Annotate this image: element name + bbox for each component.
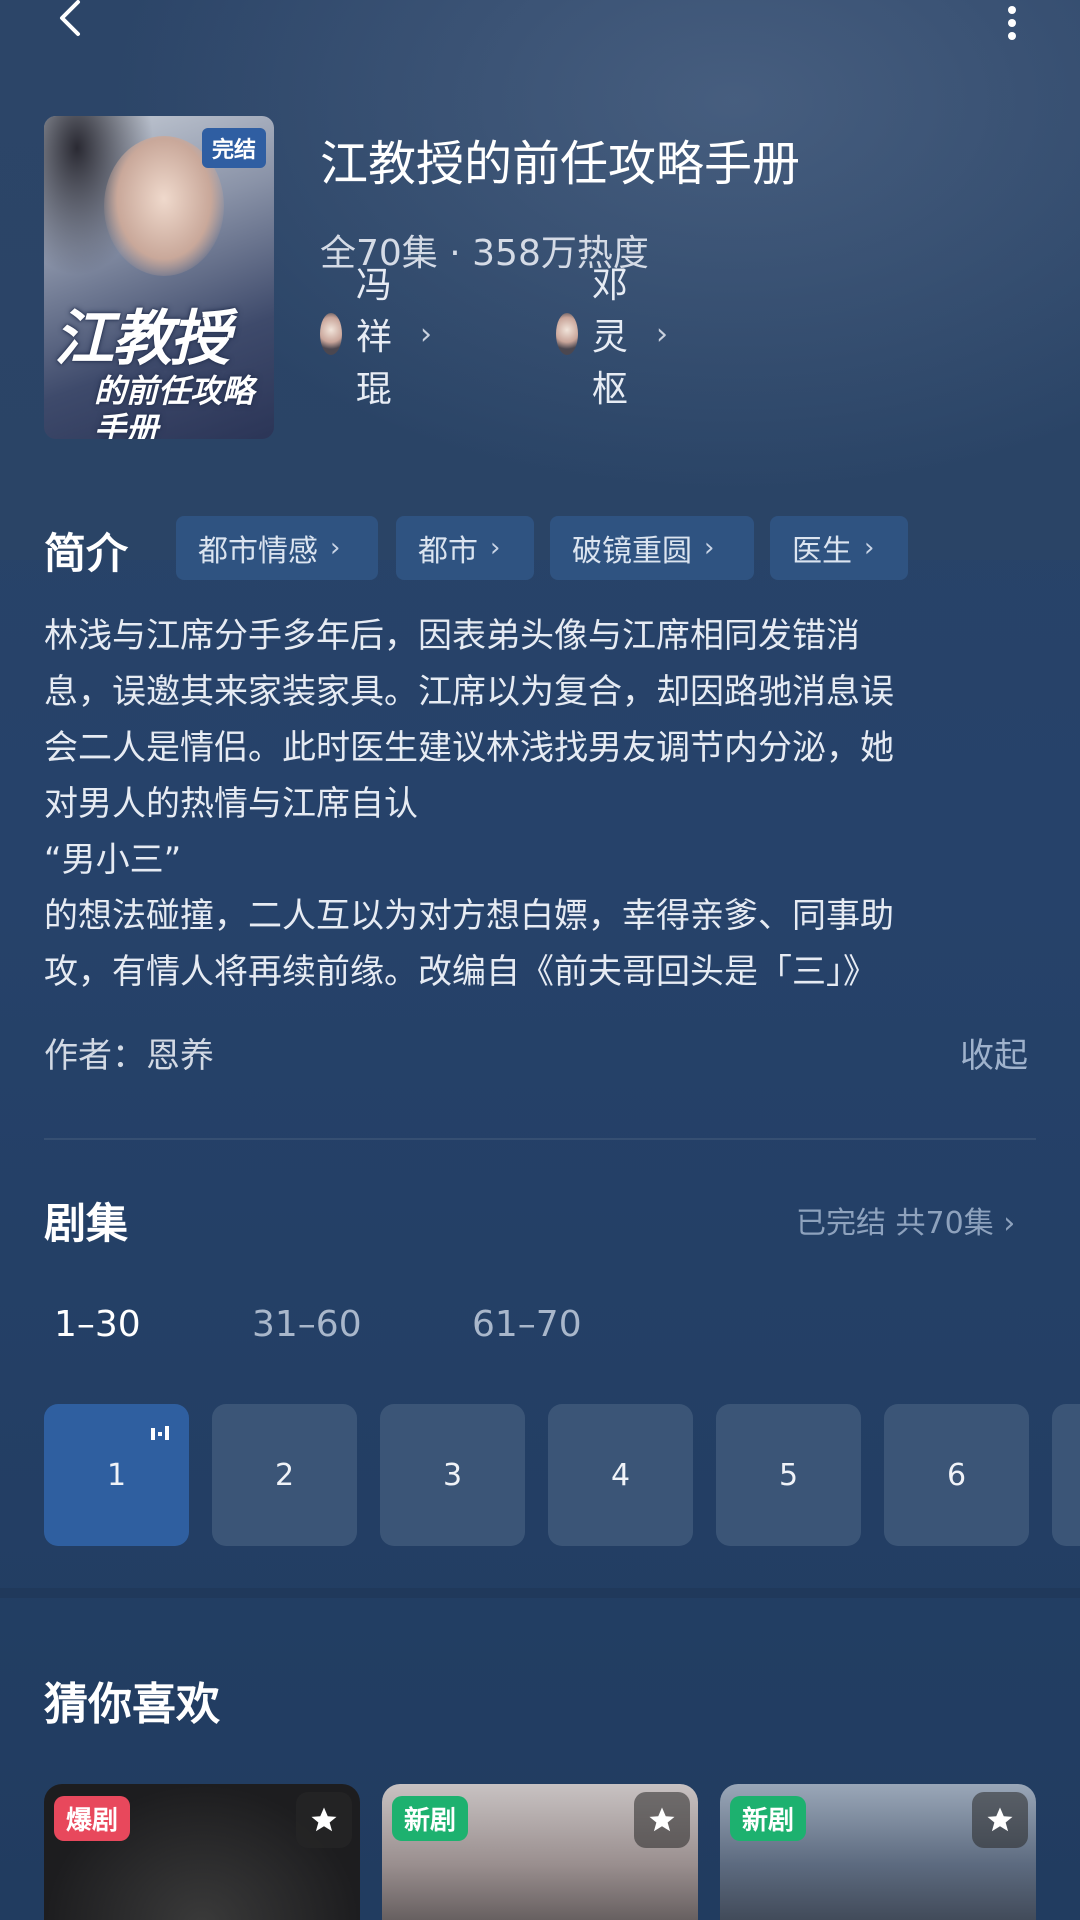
page-title: 江教授的前任攻略手册: [320, 136, 801, 192]
top-bar: [0, 0, 1080, 60]
chevron-right-icon: ›: [420, 316, 433, 352]
favorite-button[interactable]: [972, 1792, 1028, 1848]
tag-chip[interactable]: 都市情感 ›: [176, 516, 378, 580]
synopsis-line: 息，误邀其来家装家具。江席以为复合，却因路驰消息误: [44, 672, 894, 712]
cast-name: 冯祥琨: [355, 265, 392, 410]
tag-label: 都市情感: [198, 534, 318, 569]
episode-button-2[interactable]: 2: [212, 1404, 357, 1546]
episode-number: 4: [610, 1457, 631, 1493]
cast-item[interactable]: 邓灵枢 ›: [556, 265, 669, 410]
star-icon: [649, 1807, 675, 1832]
recommend-card[interactable]: 爆剧: [44, 1784, 360, 1920]
tab-range-1-30[interactable]: 1–30: [54, 1304, 141, 1345]
tag-chip[interactable]: 破镜重圆 ›: [550, 516, 754, 580]
author-credit: 作者：恩养: [44, 1036, 214, 1076]
synopsis-line: “男小三”: [44, 840, 182, 880]
chevron-right-icon: ›: [656, 316, 669, 352]
episodes-status-link[interactable]: 已完结 共70集 ›: [796, 1198, 1015, 1242]
collapse-button[interactable]: 收起: [960, 1028, 1028, 1077]
recommend-card[interactable]: 新剧: [720, 1784, 1036, 1920]
chevron-right-icon: ›: [490, 533, 501, 563]
chevron-right-icon: ›: [864, 533, 875, 563]
episode-number: 2: [274, 1457, 295, 1493]
cast-item[interactable]: 冯祥琨 ›: [320, 265, 433, 410]
favorite-button[interactable]: [634, 1792, 690, 1848]
vertical-dots-icon[interactable]: [1000, 4, 1024, 42]
tag-chip[interactable]: 都市 ›: [396, 516, 534, 580]
synopsis-line: 攻，有情人将再续前缘。改编自《前夫哥回头是「三」》: [44, 952, 877, 992]
episode-button-5[interactable]: 5: [716, 1404, 861, 1546]
recommend-card[interactable]: 新剧: [382, 1784, 698, 1920]
recommend-heading: 猜你喜欢: [44, 1679, 220, 1730]
synopsis-line: 会二人是情侣。此时医生建议林浅找男友调节内分泌，她: [44, 728, 894, 768]
status-badge: 完结: [201, 128, 266, 168]
poster-title-sub: 的前任攻略手册: [94, 372, 255, 439]
tag-label: 破镜重圆: [572, 534, 692, 569]
tab-range-31-60[interactable]: 31–60: [252, 1304, 362, 1345]
episodes-heading: 剧集: [44, 1199, 129, 1248]
chevron-right-icon: ›: [704, 533, 715, 563]
avatar: [320, 313, 342, 355]
episode-button-next[interactable]: [1052, 1404, 1080, 1546]
episode-number: 5: [778, 1457, 799, 1493]
episode-number: 3: [442, 1457, 463, 1493]
poster-title-main: 江教授: [54, 304, 230, 374]
divider: [44, 1138, 1036, 1140]
synopsis-line: 的想法碰撞，二人互以为对方想白嫖，幸得亲爹、同事助: [44, 896, 894, 936]
chevron-left-icon[interactable]: [52, 0, 92, 40]
star-icon: [311, 1807, 337, 1832]
tag-chip[interactable]: 医生 ›: [770, 516, 908, 580]
poster-title: 江教授 的前任攻略手册: [54, 306, 269, 439]
avatar: [556, 313, 578, 355]
show-poster[interactable]: 完结 江教授 的前任攻略手册: [44, 116, 274, 439]
episode-grid: 1 2 3 4 5 6: [44, 1404, 1080, 1546]
recommend-list: 爆剧 新剧 新剧: [44, 1784, 1080, 1920]
section-separator: [0, 1588, 1080, 1598]
star-icon: [987, 1807, 1013, 1832]
tag-label: 都市: [418, 534, 478, 569]
cast-name: 邓灵枢: [591, 265, 628, 410]
tab-range-61-70[interactable]: 61–70: [472, 1304, 582, 1345]
episode-button-4[interactable]: 4: [548, 1404, 693, 1546]
synopsis-line: 林浅与江席分手多年后，因表弟头像与江席相同发错消: [44, 616, 860, 656]
recommend-badge: 新剧: [730, 1796, 807, 1841]
synopsis-line: 对男人的热情与江席自认: [44, 784, 418, 824]
now-playing-icon: [151, 1426, 169, 1440]
episode-button-3[interactable]: 3: [380, 1404, 525, 1546]
episode-number: 1: [106, 1457, 127, 1493]
chevron-right-icon: ›: [330, 533, 341, 563]
recommend-badge: 爆剧: [54, 1796, 131, 1841]
intro-heading: 简介: [44, 529, 129, 578]
episode-button-1[interactable]: 1: [44, 1404, 189, 1546]
episode-button-6[interactable]: 6: [884, 1404, 1029, 1546]
tag-label: 医生: [792, 534, 852, 569]
recommend-badge: 新剧: [392, 1796, 469, 1841]
episode-number: 6: [946, 1457, 967, 1493]
favorite-button[interactable]: [296, 1792, 352, 1848]
synopsis: 林浅与江席分手多年后，因表弟头像与江席相同发错消 息，误邀其来家装家具。江席以为…: [44, 608, 1024, 1000]
